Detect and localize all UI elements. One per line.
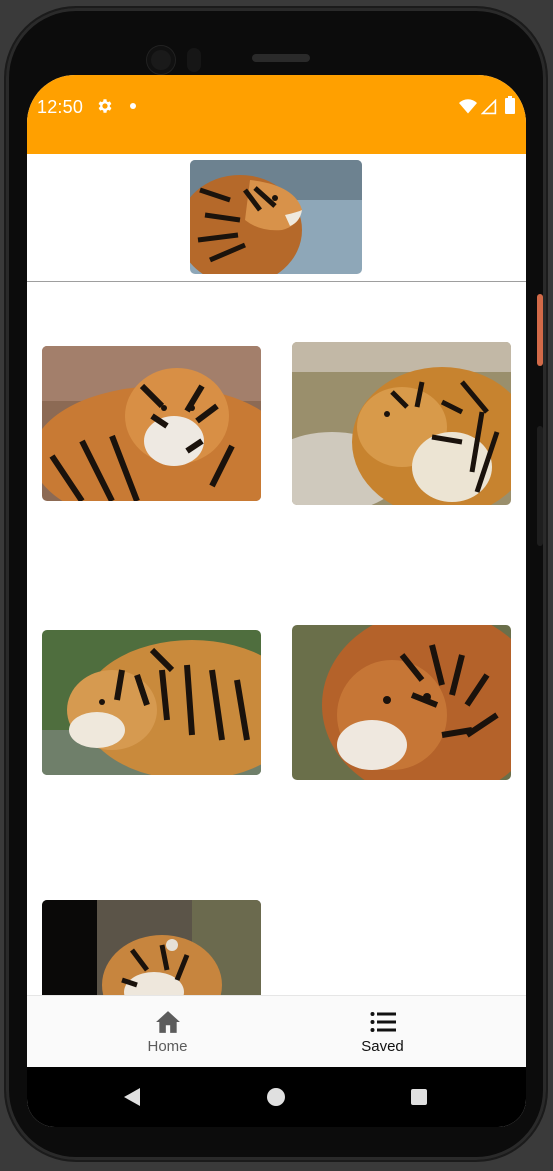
home-circle-icon[interactable] [267, 1088, 285, 1106]
gallery-image-2[interactable] [292, 342, 511, 505]
nav-saved[interactable]: Saved [258, 996, 507, 1068]
power-button[interactable] [537, 294, 543, 366]
bottom-navigation: Home Saved [27, 995, 526, 1068]
selected-tiger-image[interactable] [190, 160, 362, 274]
volume-button[interactable] [537, 426, 543, 546]
gallery-image-5[interactable] [42, 900, 261, 995]
recents-icon[interactable] [411, 1089, 427, 1105]
nav-home-label: Home [147, 1037, 188, 1055]
status-time: 12:50 [37, 97, 84, 117]
earpiece-speaker [252, 54, 310, 62]
gallery-image-4[interactable] [292, 625, 511, 780]
wifi-icon [459, 99, 477, 114]
selected-image-area [27, 154, 526, 282]
front-camera [147, 46, 175, 74]
nav-saved-label: Saved [361, 1037, 404, 1055]
gallery-image-3[interactable] [42, 630, 261, 775]
back-icon[interactable] [122, 1087, 142, 1107]
screen: 12:50 Home Saved [27, 75, 526, 1127]
signal-icon [481, 99, 497, 115]
sensor [187, 48, 201, 72]
list-icon [370, 1011, 396, 1032]
status-bar: 12:50 [27, 75, 526, 154]
tiger-gallery [27, 282, 526, 995]
system-navigation-bar [27, 1067, 526, 1127]
gallery-image-1[interactable] [42, 346, 261, 501]
battery-icon [505, 96, 515, 114]
nav-home[interactable]: Home [43, 996, 292, 1068]
home-icon [155, 1010, 180, 1033]
notification-dot-icon [130, 103, 136, 109]
gear-icon [98, 99, 112, 113]
